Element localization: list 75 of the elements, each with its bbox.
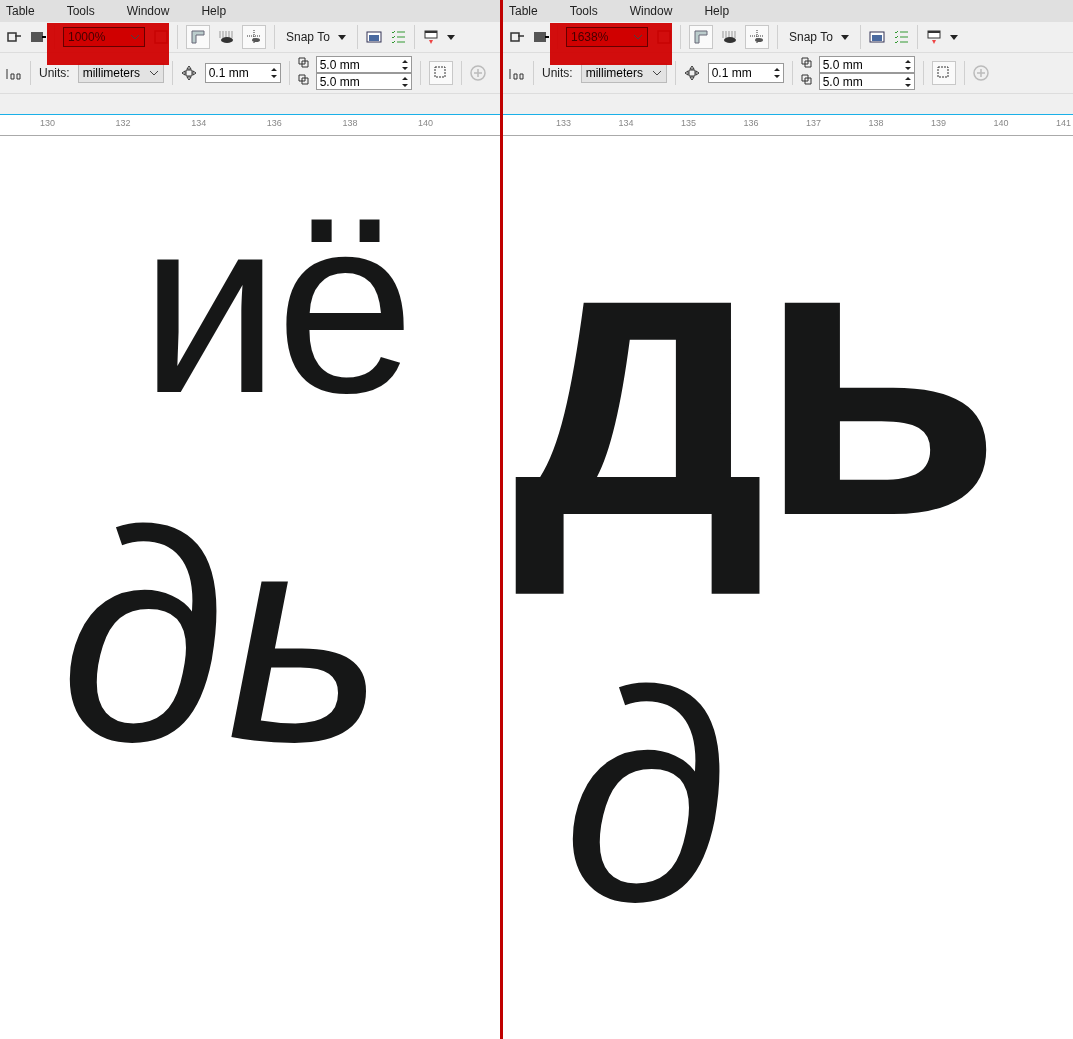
duplicate-y-field[interactable]: 5.0 mm — [315, 73, 412, 90]
image-icon — [868, 29, 885, 45]
select-frame-button[interactable] — [428, 61, 453, 85]
caret-icon — [840, 34, 849, 40]
ruler-label: 136 — [743, 118, 759, 128]
pdf-icon — [30, 29, 46, 45]
pdf-icon — [533, 29, 549, 45]
ruler-label: 135 — [681, 118, 697, 128]
ruler-label: 136 — [266, 118, 282, 128]
ruler-label: 137 — [806, 118, 822, 128]
grid-eye-icon — [218, 29, 234, 45]
caret-icon — [337, 34, 346, 40]
chevron-icon — [633, 34, 643, 40]
grid-eye-icon — [721, 29, 737, 45]
guidelines-button[interactable] — [745, 25, 769, 49]
canvas-text: д — [563, 627, 730, 966]
menu-item[interactable]: Tools — [66, 4, 107, 18]
ruler-label: 141 — [1056, 118, 1072, 128]
menu-item[interactable]: Table — [509, 4, 550, 18]
checklist-icon — [389, 29, 406, 45]
units-dropdown[interactable]: millimeters — [77, 63, 164, 83]
guides-eye-icon — [749, 29, 765, 45]
units-dropdown[interactable]: millimeters — [580, 63, 667, 83]
ruler-label: 130 — [40, 118, 56, 128]
ruler-label: 134 — [618, 118, 634, 128]
nudge-icon — [683, 65, 700, 81]
plus-circle-icon — [972, 65, 989, 81]
chevron-icon — [130, 34, 140, 40]
ruler-label: 140 — [993, 118, 1009, 128]
duplicate-y-field[interactable]: 5.0 mm — [818, 73, 915, 90]
export-icon — [6, 29, 22, 45]
frame-cursor-icon — [432, 65, 449, 81]
duplicate-x-field[interactable]: 5.0 mm — [818, 56, 915, 73]
canvas-text: дь — [513, 151, 994, 601]
ruler-label: 134 — [191, 118, 207, 128]
launch-icon — [925, 29, 942, 45]
canvas-text: иё — [140, 165, 412, 447]
caret-icon — [446, 34, 455, 40]
ruler-label: 132 — [115, 118, 131, 128]
snap-to-dropdown[interactable]: Snap To — [786, 25, 852, 49]
ruler-label: 138 — [868, 118, 884, 128]
rulers-button[interactable] — [689, 25, 713, 49]
guides-eye-icon — [246, 29, 262, 45]
canvas-text: дь — [60, 467, 385, 806]
nudge-field[interactable]: 0.1 mm — [204, 63, 281, 83]
ruler-icon — [693, 29, 709, 45]
guidelines-button[interactable] — [242, 25, 266, 49]
menu-item[interactable]: Window — [126, 4, 182, 18]
chevron-icon — [148, 70, 159, 76]
launch-icon — [422, 29, 439, 45]
nudge-field[interactable]: 0.1 mm — [707, 63, 784, 83]
units-label: Units: — [39, 66, 70, 80]
checklist-icon — [892, 29, 909, 45]
export-icon — [509, 29, 525, 45]
image-icon — [365, 29, 382, 45]
menu-item[interactable]: Tools — [569, 4, 610, 18]
nudge-icon — [180, 65, 197, 81]
menu-item[interactable]: Window — [629, 4, 685, 18]
units-label: Units: — [542, 66, 573, 80]
snap-to-dropdown[interactable]: Snap To — [283, 25, 349, 49]
select-frame-button[interactable] — [931, 61, 956, 85]
menu-item[interactable]: Help — [704, 4, 742, 18]
menu-item[interactable]: Help — [201, 4, 239, 18]
menu-item[interactable]: Table — [6, 4, 47, 18]
plus-circle-icon — [469, 65, 486, 81]
caret-icon — [949, 34, 958, 40]
ruler-label: 138 — [342, 118, 358, 128]
ruler-icon — [190, 29, 206, 45]
ruler-label: 140 — [418, 118, 434, 128]
chevron-icon — [651, 70, 662, 76]
duplicate-x-field[interactable]: 5.0 mm — [315, 56, 412, 73]
ruler-label: 133 — [556, 118, 572, 128]
ruler-label: 139 — [931, 118, 947, 128]
rulers-button[interactable] — [186, 25, 210, 49]
frame-cursor-icon — [935, 65, 952, 81]
